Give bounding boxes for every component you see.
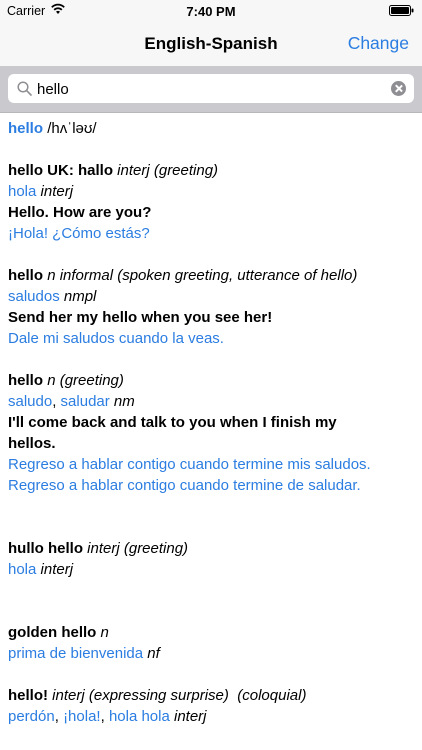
- entry-translation: saludos nmpl: [8, 286, 414, 307]
- entry-pos: n (greeting): [47, 372, 124, 389]
- entry-term: hello: [8, 267, 44, 284]
- example-spanish: Dale mi saludos cuando la veas.: [8, 330, 224, 347]
- entry-term: hello!: [8, 687, 48, 704]
- example-spanish: ¡Hola! ¿Cómo estás?: [8, 225, 150, 242]
- separator: ,: [100, 708, 105, 725]
- battery-icon: [389, 5, 414, 16]
- clear-icon[interactable]: [391, 81, 406, 96]
- translation-link[interactable]: hola: [8, 561, 36, 578]
- entry-header: golden hello n: [8, 622, 414, 643]
- entry-pos: n informal (spoken greeting, utterance o…: [47, 267, 358, 284]
- translation-pos: nf: [147, 645, 160, 662]
- translation-link[interactable]: saludos: [8, 288, 60, 305]
- example-english: I'll come back and talk to you when I fi…: [8, 414, 337, 431]
- pronunciation: /hʌˈləʊ/: [47, 120, 97, 137]
- translation-pos: interj: [174, 708, 207, 725]
- translation-pos: interj: [40, 183, 74, 200]
- translation-pos: nm: [113, 393, 135, 410]
- separator: ,: [52, 393, 57, 410]
- entry-pos: interj (greeting): [117, 162, 219, 179]
- separator: ,: [54, 708, 59, 725]
- translation-link[interactable]: prima de bienvenida: [8, 645, 143, 662]
- example-spanish: Regreso a hablar contigo cuando termine …: [8, 477, 361, 494]
- translation-link[interactable]: hola: [8, 183, 36, 200]
- entry-translation: prima de bienvenida nf: [8, 643, 414, 664]
- translation-link[interactable]: saludar: [61, 393, 110, 410]
- search-field-container[interactable]: [8, 74, 414, 103]
- translation-pos: nmpl: [63, 288, 97, 305]
- translation-link[interactable]: hola hola: [109, 708, 170, 725]
- example-spanish: Regreso a hablar contigo cuando termine …: [8, 456, 371, 473]
- entry-term: hello UK: hallo: [8, 162, 113, 179]
- entry-header: hello UK: hallo interj (greeting): [8, 160, 414, 181]
- entry-translation: hola interj: [8, 181, 414, 202]
- entry-header: hello n informal (spoken greeting, utter…: [8, 265, 414, 286]
- entry-term: hullo hello: [8, 540, 83, 557]
- entry-pos: n: [100, 624, 109, 641]
- entry-translation: saludo, saludar nm: [8, 391, 414, 412]
- entry-header: hullo hello interj (greeting): [8, 538, 414, 559]
- search-input[interactable]: [37, 79, 377, 99]
- navigation-bar: English-Spanish Change: [0, 22, 422, 66]
- entry-header: hello! interj (expressing surprise) (col…: [8, 685, 414, 706]
- clock: 7:40 PM: [186, 4, 236, 19]
- example-english: Send her my hello when you see her!: [8, 309, 273, 326]
- entry-term: golden hello: [8, 624, 97, 641]
- translation-link[interactable]: saludo: [8, 393, 52, 410]
- search-icon: [17, 81, 32, 96]
- entry-term: hello: [8, 372, 44, 389]
- status-bar: Carrier 7:40 PM: [0, 0, 422, 22]
- translation-link[interactable]: perdón: [8, 708, 55, 725]
- translation-link[interactable]: ¡hola!: [63, 708, 101, 725]
- entry-pos: interj (expressing surprise): [52, 687, 229, 704]
- entry-pos: interj (greeting): [87, 540, 189, 557]
- entry-translation: perdón, ¡hola!, hola hola interj: [8, 706, 414, 727]
- search-bar: [0, 66, 422, 113]
- entry-register: (coloquial): [237, 687, 307, 704]
- dictionary-results: hello /hʌˈləʊ/ hello UK: hallo interj (g…: [8, 118, 414, 727]
- translation-pos: interj: [40, 561, 74, 578]
- entry-headword: hello /hʌˈləʊ/: [8, 118, 414, 139]
- headword: hello: [8, 120, 44, 137]
- example-english-continued: hellos.: [8, 435, 56, 452]
- example-english: Hello. How are you?: [8, 204, 152, 221]
- entry-header: hello n (greeting): [8, 370, 414, 391]
- change-button[interactable]: Change: [348, 33, 409, 54]
- entry-translation: hola interj: [8, 559, 414, 580]
